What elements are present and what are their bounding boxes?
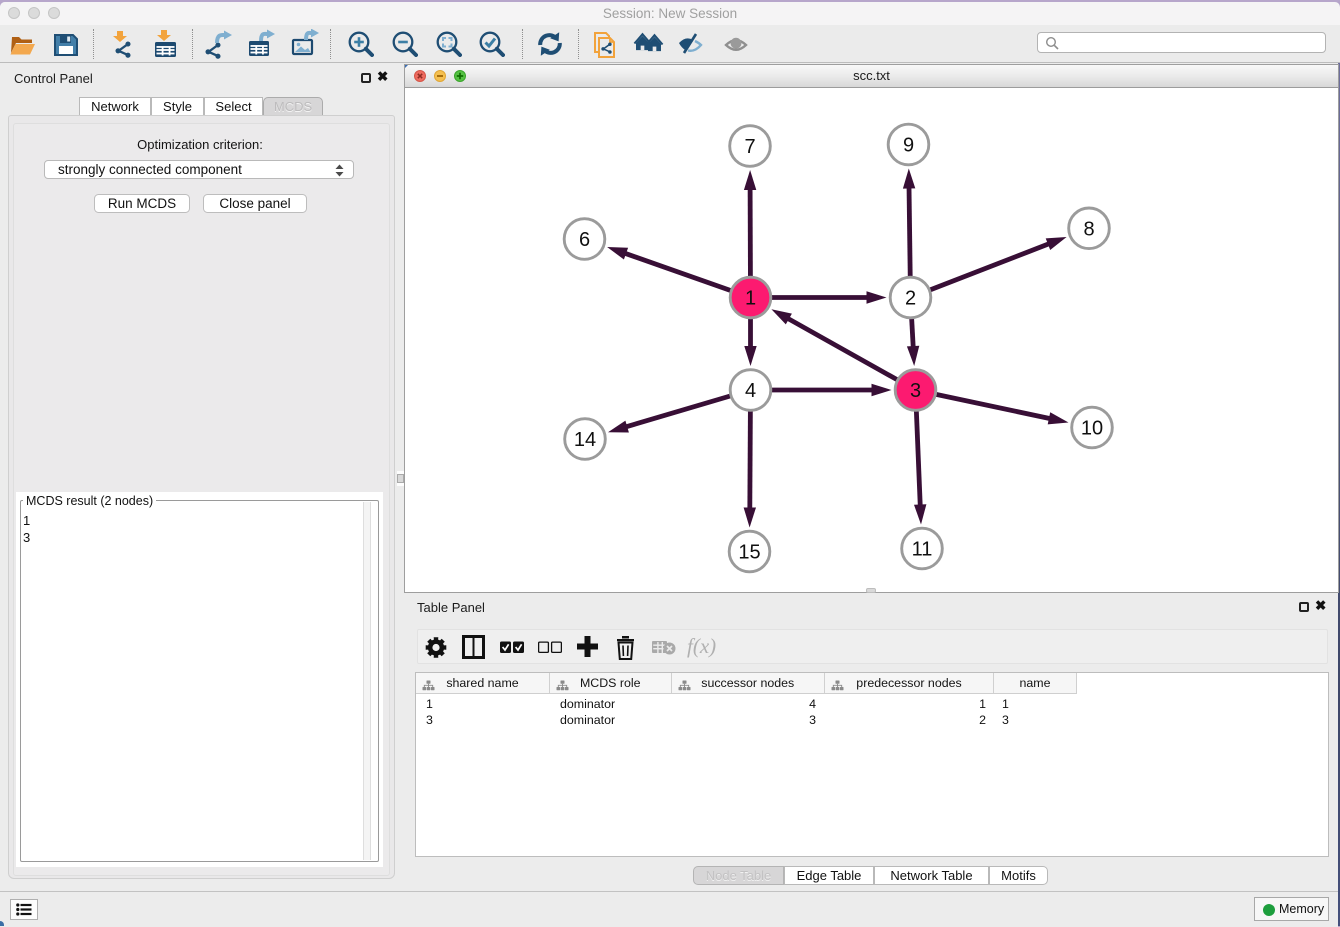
svg-text:3: 3	[910, 380, 921, 402]
svg-text:1: 1	[745, 288, 756, 310]
svg-text:11: 11	[912, 539, 933, 561]
svg-text:14: 14	[574, 429, 596, 451]
svg-text:2: 2	[905, 288, 916, 310]
svg-text:15: 15	[738, 542, 760, 564]
svg-text:8: 8	[1083, 218, 1094, 240]
svg-text:4: 4	[745, 380, 756, 402]
svg-text:10: 10	[1081, 418, 1103, 440]
svg-text:7: 7	[744, 136, 755, 158]
svg-text:6: 6	[579, 229, 590, 251]
svg-text:9: 9	[903, 135, 914, 157]
